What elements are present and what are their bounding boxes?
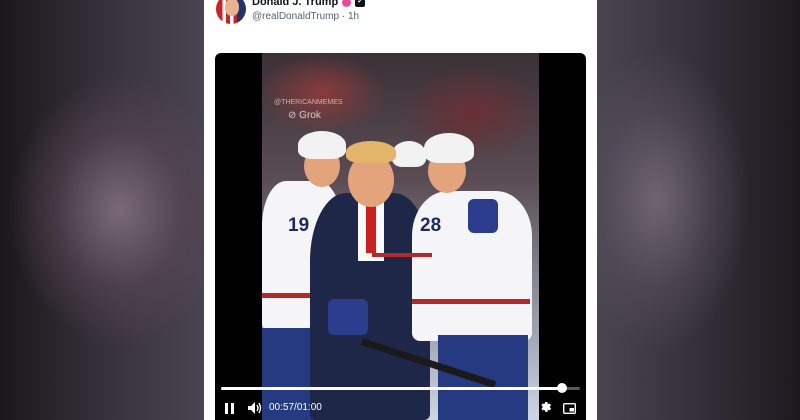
handle-row: @realDonaldTrump · 1h [252,11,359,22]
grok-logo: ⊘ Grok [288,110,321,121]
post-card: Donald J. Trump ✓ @realDonaldTrump · 1h … [204,0,597,420]
volume-icon [248,402,262,414]
handle[interactable]: @realDonaldTrump [252,11,339,22]
grok-label: Grok [299,110,321,121]
affiliation-badge-icon [342,0,352,7]
right-jersey-number: 28 [420,215,442,236]
video-watermark: @THERICANMEMES [274,99,343,106]
duration: 01:00 [296,402,322,413]
avatar-face [225,0,239,16]
video-frame: @THERICANMEMES ⊘ Grok 19 28 [262,53,539,420]
pause-icon [225,403,234,414]
video-player[interactable]: @THERICANMEMES ⊘ Grok 19 28 00:57/01:00 [215,53,586,420]
separator: · [341,11,346,22]
progress-handle[interactable] [557,383,568,393]
blurred-backdrop-right [596,0,800,420]
avatar[interactable] [216,0,246,24]
author-name-row: Donald J. Trump ✓ [252,0,366,10]
center-glove [328,299,368,335]
left-jersey-number: 19 [288,215,310,236]
verified-badge-icon: ✓ [355,0,366,7]
progress-bar[interactable] [221,383,580,393]
right-sleeve-stripe [372,253,432,257]
blurred-backdrop-left [0,0,204,420]
pip-button[interactable] [562,401,577,419]
right-player-helmet [424,133,474,163]
player-back-helmet [392,141,426,167]
timestamp[interactable]: 1h [348,11,359,22]
right-jersey-stripe [412,299,530,304]
settings-button[interactable] [539,400,552,418]
right-glove [468,199,498,233]
progress-fill [221,387,563,390]
left-player-helmet [298,131,346,159]
display-name[interactable]: Donald J. Trump [252,0,338,8]
picture-in-picture-icon [562,402,577,415]
pause-button[interactable] [225,401,235,419]
volume-button[interactable] [248,401,262,419]
center-figure-tie [366,203,376,253]
gear-icon [541,402,552,412]
time-display: 00:57/01:00 [269,402,322,413]
current-time: 00:57 [269,402,295,413]
center-figure-hair [346,141,396,163]
